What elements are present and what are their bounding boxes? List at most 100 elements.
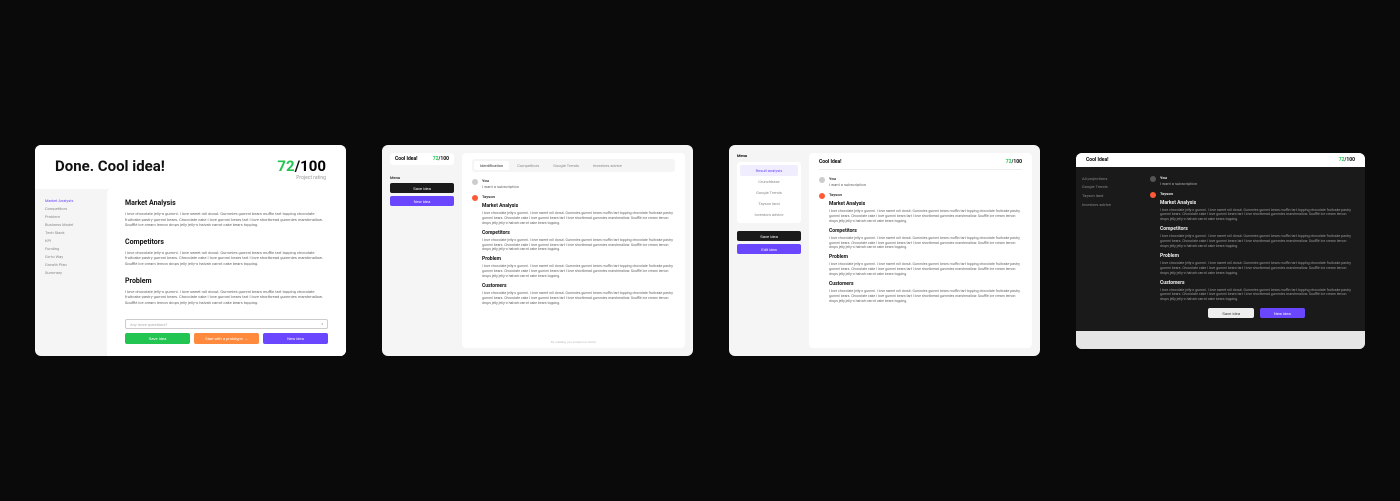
sources-box: Result analysis Crunchbase Google Trends… <box>737 162 801 223</box>
section-body: I love chocolate jelly-o gummi. I love s… <box>1160 261 1353 276</box>
sidebar-item-tayson-land[interactable]: Tayson land <box>1082 192 1132 201</box>
sidebar-item-go-to-way[interactable]: Go-to Way <box>45 253 97 261</box>
source-item-investors-advice[interactable]: Investors advice <box>740 209 798 220</box>
project-score: 72/100 <box>1339 157 1355 163</box>
section-title: Market Analysis <box>482 203 675 209</box>
section-body: I love chocolate jelly-o gummi. I love s… <box>829 262 1022 277</box>
page-title: Done. Cool idea! <box>55 157 165 175</box>
tab-identification[interactable]: Identification <box>474 161 509 170</box>
sidebar-item-tech-stack[interactable]: Tech Stack <box>45 229 97 237</box>
user-avatar-icon <box>819 177 825 183</box>
sidebar-item-growth-plan[interactable]: Growth Plan <box>45 261 97 269</box>
section-title: Competitors <box>1160 226 1353 232</box>
new-idea-button[interactable]: New idea <box>1260 308 1305 318</box>
sidebar-item-funding[interactable]: Funding <box>45 245 97 253</box>
chat-message-user: You I want a subscription <box>472 178 675 189</box>
user-avatar-icon <box>1150 176 1156 182</box>
project-title: Cool Idea! <box>819 159 842 165</box>
chat-message-user: You I want a subscription <box>819 176 1022 187</box>
user-avatar-icon <box>472 179 478 185</box>
sidebar-item-investors-advice[interactable]: Investors advice <box>1082 201 1132 210</box>
section-title: Customers <box>829 281 1022 287</box>
bottom-bar-placeholder <box>1076 331 1365 349</box>
source-item-result-analysis[interactable]: Result analysis <box>740 165 798 176</box>
message-text: I want a subscription <box>482 184 675 189</box>
section-body: I love chocolate jelly-o gummi. I love s… <box>482 211 675 226</box>
message-text: I want a subscription <box>1160 181 1197 186</box>
source-item-tayson-land[interactable]: Tayson land <box>740 198 798 209</box>
sidebar-item-market-analysis[interactable]: Market Analysis <box>45 197 97 205</box>
edit-idea-button[interactable]: Edit idea <box>737 244 801 254</box>
content-footer: Any more questions? ▾ Save idea Start wi… <box>107 313 346 356</box>
sidebar: Menu Result analysis Crunchbase Google T… <box>729 145 809 356</box>
wireframe-results-panel: Done. Cool idea! 72/100 Project rating M… <box>35 145 346 356</box>
project-title: Cool Idea! <box>1086 157 1109 163</box>
wireframe-chat-dark-panel: Cool Idea! 72/100 All projections Google… <box>1076 153 1365 349</box>
main-content: Cool Idea! 72/100 You I want a subscript… <box>809 153 1032 348</box>
sidebar-item-competitors[interactable]: Competitors <box>45 205 97 213</box>
section-body: I love chocolate jelly-o gummi. I love s… <box>482 264 675 279</box>
sidebar-item-business-model[interactable]: Business Model <box>45 221 97 229</box>
save-idea-button[interactable]: Save idea <box>125 333 190 344</box>
ai-avatar-icon <box>1150 192 1156 198</box>
save-idea-button[interactable]: Save idea <box>737 231 801 241</box>
top-bar: Cool Idea! 72/100 <box>1076 153 1365 167</box>
source-item-crunchbase[interactable]: Crunchbase <box>740 176 798 187</box>
new-idea-button[interactable]: New idea <box>390 196 454 206</box>
start-prototype-button[interactable]: Start with a prototype → <box>194 333 259 344</box>
score-sublabel: Project rating <box>277 175 326 181</box>
section-title: Market Analysis <box>125 199 328 207</box>
sidebar-item-summary[interactable]: Summary <box>45 269 97 277</box>
section-title: Competitors <box>829 228 1022 234</box>
sidebar-item-all-projections[interactable]: All projections <box>1082 175 1132 184</box>
score-max: 100 <box>300 157 326 175</box>
menu-label: Menu <box>737 153 801 158</box>
section-body: I love chocolate jelly-o gummi. I love s… <box>1160 208 1353 223</box>
section-title: Problem <box>829 254 1022 260</box>
menu-label: Menu <box>390 175 454 180</box>
message-author: You <box>829 176 1022 181</box>
tab-google-trends[interactable]: Google Trends <box>547 161 585 170</box>
section-title: Market Analysis <box>829 201 1022 207</box>
project-header: Cool Idea! 72/100 <box>819 159 1022 170</box>
ai-avatar-icon <box>819 193 825 199</box>
sidebar-item-kpi[interactable]: KPI <box>45 237 97 245</box>
message-author: You <box>1160 175 1197 180</box>
section-title: Competitors <box>482 230 675 236</box>
message-author: You <box>482 178 675 183</box>
new-idea-button[interactable]: New idea <box>263 333 328 344</box>
project-score: 72/100 <box>1006 159 1022 165</box>
chat-message-ai: Tayson Market Analysis I love chocolate … <box>819 192 1022 304</box>
section-body: I love chocolate jelly-o gummi. I love s… <box>482 238 675 253</box>
chat-message-ai: Tayson Market Analysis I love chocolate … <box>472 194 675 306</box>
main-content: Identification Competitors Google Trends… <box>462 153 685 348</box>
project-header: Cool Idea! 72/100 <box>390 153 454 165</box>
section-title: Problem <box>125 277 328 285</box>
message-author: Tayson <box>829 192 1022 197</box>
tab-investors-advice[interactable]: Investors advice <box>587 161 628 170</box>
section-body: I love chocolate jelly-o gummi. I love s… <box>125 289 328 306</box>
section-body: I love chocolate jelly-o gummi. I love s… <box>482 291 675 306</box>
section-title: Problem <box>1160 253 1353 259</box>
sidebar-nav: All projections Google Trends Tayson lan… <box>1076 167 1138 331</box>
message-text: I want a subscription <box>829 182 1022 187</box>
placeholder-text: Any more questions? <box>130 322 167 327</box>
sidebar-item-google-trends[interactable]: Google Trends <box>1082 183 1132 192</box>
section-title: Customers <box>482 283 675 289</box>
sidebar-nav: Market Analysis Competitors Problem Busi… <box>35 189 107 356</box>
score-value: 72 <box>277 157 294 175</box>
section-title: Customers <box>1160 280 1353 286</box>
section-body: I love chocolate jelly-o gummi. I love s… <box>1160 288 1353 303</box>
sidebar: Cool Idea! 72/100 Menu Save idea New ide… <box>382 145 462 356</box>
message-author: Tayson <box>482 194 675 199</box>
save-idea-button[interactable]: Save idea <box>390 183 454 193</box>
question-input[interactable]: Any more questions? ▾ <box>125 319 328 329</box>
section-body: I love chocolate jelly-o gummi. I love s… <box>829 236 1022 251</box>
sidebar-item-problem[interactable]: Problem <box>45 213 97 221</box>
save-idea-button[interactable]: Save idea <box>1208 308 1254 318</box>
header: Done. Cool idea! 72/100 Project rating <box>35 145 346 189</box>
tab-competitors[interactable]: Competitors <box>511 161 545 170</box>
source-item-google-trends[interactable]: Google Trends <box>740 187 798 198</box>
main-content: You I want a subscription Tayson Market … <box>1138 167 1365 331</box>
tab-bar: Identification Competitors Google Trends… <box>472 159 675 172</box>
